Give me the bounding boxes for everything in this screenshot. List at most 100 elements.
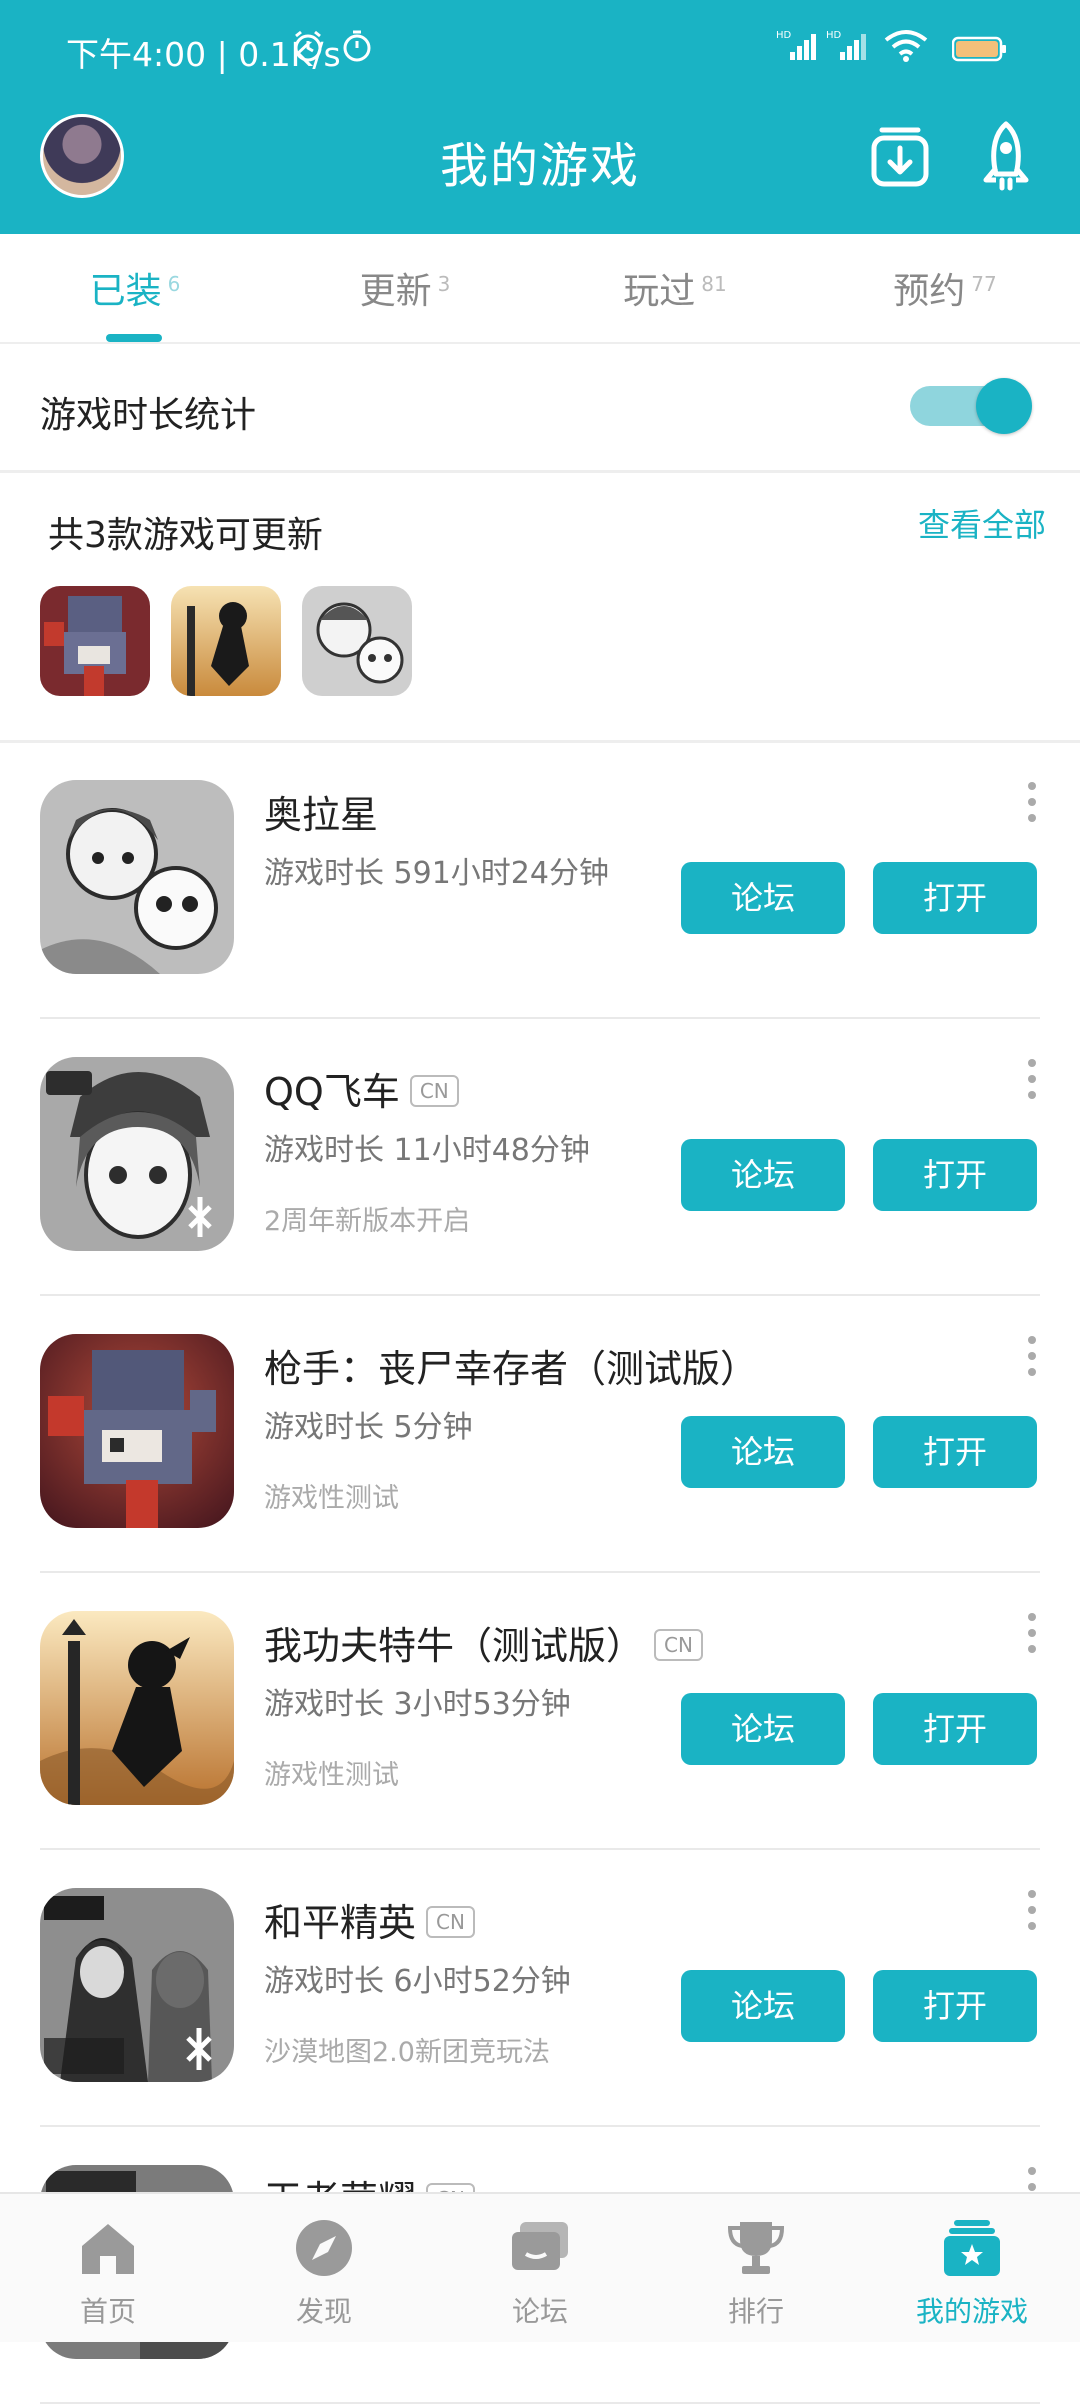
game-icon-kungfu[interactable]: [40, 1611, 234, 1805]
open-button[interactable]: 打开: [873, 862, 1037, 934]
more-options-icon[interactable]: [1024, 1890, 1040, 1940]
hd-signal-icon: HD: [826, 30, 866, 60]
more-options-icon[interactable]: [1024, 1336, 1040, 1386]
tab-count: 81: [701, 272, 727, 296]
open-button[interactable]: 打开: [873, 1970, 1037, 2042]
wifi-icon: [884, 30, 928, 62]
tab-played[interactable]: 玩过 81: [540, 262, 810, 314]
nav-label: 论坛: [511, 2295, 568, 2328]
forum-button[interactable]: 论坛: [681, 1970, 845, 2042]
tab-installed[interactable]: 已装 6: [0, 262, 270, 314]
my-games-icon: [944, 2220, 1000, 2276]
game-list-item: 奥拉星 游戏时长 591小时24分钟 论坛 打开: [40, 742, 1040, 1019]
compass-icon: [296, 2220, 352, 2276]
open-button[interactable]: 打开: [873, 1693, 1037, 1765]
chat-icon: [512, 2222, 568, 2270]
status-bar: 下午4:00 | 0.1K/s HD HD: [0, 0, 1080, 100]
game-icon-aola[interactable]: [40, 780, 234, 974]
tab-label: 预约: [893, 271, 966, 312]
tab-count: 77: [971, 272, 997, 296]
game-description: 游戏性测试: [264, 1760, 399, 1791]
nav-label: 首页: [79, 2295, 136, 2328]
region-badge: CN: [409, 1074, 459, 1107]
game-list-item: 和平精英 CN 游戏时长 6小时52分钟 沙漠地图2.0新团竞玩法 论坛 打开: [40, 1850, 1040, 2127]
timer-icon: [343, 30, 371, 62]
update-game-icon-kungfu[interactable]: [171, 586, 282, 696]
game-title: QQ飞车 CN: [264, 1061, 459, 1116]
tab-bar: 已装 6 更新 3 玩过 81 预约 77: [0, 234, 1080, 344]
game-icon-gunman-zombie[interactable]: [40, 1334, 234, 1528]
game-playtime: 游戏时长 591小时24分钟: [264, 856, 609, 891]
update-thumbnails: [40, 586, 428, 696]
game-list-item: 我功夫特牛（测试版） CN 游戏时长 3小时53分钟 游戏性测试 论坛 打开: [40, 1573, 1040, 1850]
forum-button[interactable]: 论坛: [681, 1139, 845, 1211]
tab-updates[interactable]: 更新 3: [270, 262, 540, 314]
download-manager-icon[interactable]: [862, 118, 938, 194]
more-options-icon[interactable]: [1024, 1613, 1040, 1663]
game-title: 和平精英 CN: [264, 1892, 475, 1947]
tab-reserved[interactable]: 预约 77: [810, 262, 1080, 314]
update-game-icon-aola[interactable]: [302, 586, 413, 696]
view-all-link[interactable]: 查看全部: [918, 500, 1046, 546]
game-icon-qq-speed[interactable]: [40, 1057, 234, 1251]
game-description: 游戏性测试: [264, 1483, 399, 1514]
game-description: 沙漠地图2.0新团竞玩法: [264, 2037, 550, 2068]
forum-button[interactable]: 论坛: [681, 1693, 845, 1765]
forum-button[interactable]: 论坛: [681, 862, 845, 934]
more-options-icon[interactable]: [1024, 782, 1040, 832]
update-game-icon-gunman[interactable]: [40, 586, 150, 696]
toggle-knob: [976, 378, 1032, 434]
home-icon: [82, 2224, 134, 2274]
tab-label: 已装: [89, 271, 162, 312]
game-playtime: 游戏时长 3小时53分钟: [264, 1687, 571, 1722]
nav-forum[interactable]: 论坛: [432, 2194, 648, 2342]
alarm-icon: [294, 30, 322, 62]
tab-label: 玩过: [623, 271, 696, 312]
forum-button[interactable]: 论坛: [681, 1416, 845, 1488]
game-description: 2周年新版本开启: [264, 1206, 471, 1237]
updates-title: 共3款游戏可更新: [48, 515, 323, 556]
game-icon-peacekeeper-elite[interactable]: [40, 1888, 234, 2082]
updates-section: 共3款游戏可更新 查看全部: [0, 470, 1080, 743]
game-name: 和平精英: [264, 1901, 417, 1945]
playtime-stats-toggle[interactable]: [910, 372, 1038, 436]
nav-label: 排行: [727, 2295, 784, 2328]
region-badge: CN: [654, 1628, 703, 1661]
bottom-navigation: 首页 发现 论坛 排行 我的游戏: [0, 2192, 1080, 2342]
trophy-icon: [727, 2222, 785, 2274]
battery-icon: [952, 36, 1006, 62]
game-list-item: 枪手：丧尸幸存者（测试版） 游戏时长 5分钟 游戏性测试 论坛 打开: [40, 1296, 1040, 1573]
game-name: QQ飞车: [264, 1070, 400, 1114]
game-name: 我功夫特牛（测试版）: [264, 1624, 645, 1668]
nav-ranking[interactable]: 排行: [648, 2194, 864, 2342]
region-badge: CN: [426, 1905, 475, 1938]
more-options-icon[interactable]: [1024, 1059, 1040, 1109]
nav-label: 发现: [295, 2295, 352, 2328]
game-title: 奥拉星: [264, 784, 378, 839]
playtime-stats-row: 游戏时长统计: [0, 344, 1080, 473]
svg-text:HD: HD: [826, 30, 842, 41]
installed-game-list: 奥拉星 游戏时长 591小时24分钟 论坛 打开 QQ飞车 CN 游戏时长 11小…: [0, 742, 1080, 2404]
tab-count: 3: [437, 272, 451, 296]
game-title: 我功夫特牛（测试版） CN: [264, 1615, 703, 1670]
open-button[interactable]: 打开: [873, 1416, 1037, 1488]
game-playtime: 游戏时长 5分钟: [264, 1410, 473, 1445]
game-name: 奥拉星: [264, 793, 379, 837]
top-app-bar: 下午4:00 | 0.1K/s HD HD 我的游戏: [0, 0, 1080, 234]
game-list-item: QQ飞车 CN 游戏时长 11小时48分钟 2周年新版本开启 论坛 打开: [40, 1019, 1040, 1296]
tab-count: 6: [167, 272, 181, 296]
open-button[interactable]: 打开: [873, 1139, 1037, 1211]
game-playtime: 游戏时长 6小时52分钟: [264, 1964, 571, 1999]
playtime-stats-label: 游戏时长统计: [40, 395, 257, 436]
game-title: 枪手：丧尸幸存者（测试版）: [264, 1338, 758, 1393]
game-name: 枪手：丧尸幸存者（测试版）: [264, 1347, 759, 1391]
tab-label: 更新: [359, 271, 432, 312]
game-playtime: 游戏时长 11小时48分钟: [264, 1133, 590, 1168]
nav-label: 我的游戏: [915, 2295, 1028, 2328]
nav-discover[interactable]: 发现: [216, 2194, 432, 2342]
tab-indicator: [106, 334, 162, 342]
svg-text:HD: HD: [776, 30, 792, 41]
rocket-icon[interactable]: [968, 118, 1044, 194]
nav-my-games[interactable]: 我的游戏: [864, 2194, 1080, 2342]
nav-home[interactable]: 首页: [0, 2194, 216, 2342]
